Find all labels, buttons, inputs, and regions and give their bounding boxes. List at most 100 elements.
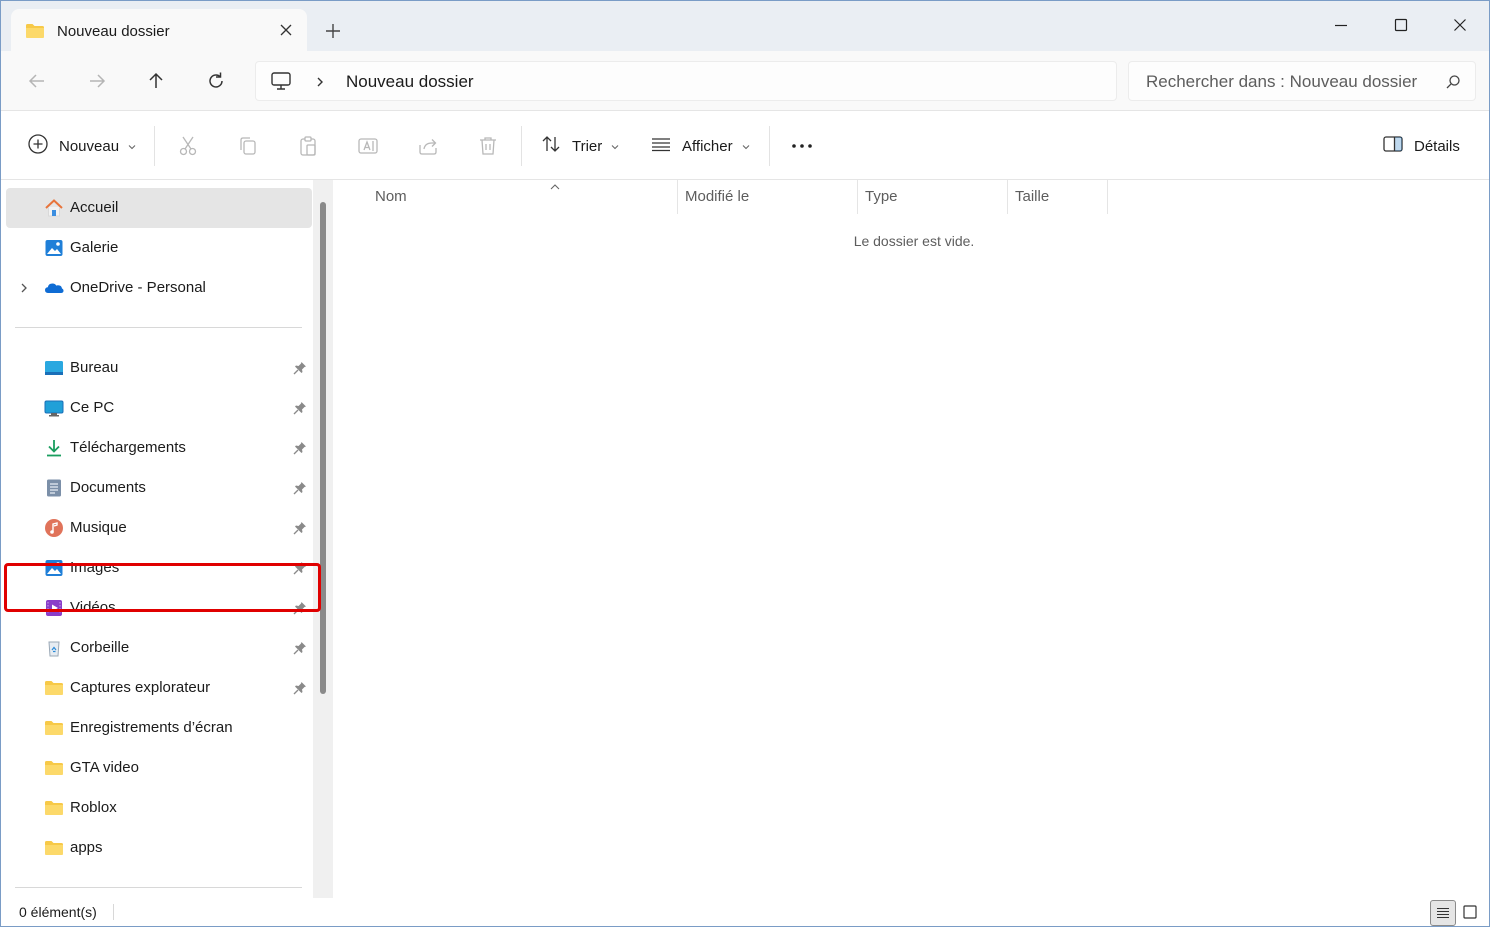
pin-icon[interactable] (292, 400, 308, 416)
sidebar-item-label: Documents (70, 479, 146, 496)
chevron-down-icon (127, 138, 137, 155)
details-view-button[interactable] (1430, 900, 1456, 926)
sidebar-item-gta-video[interactable]: GTA video (6, 748, 312, 788)
minimize-icon[interactable] (1329, 13, 1353, 37)
folder-icon (44, 718, 64, 738)
details-pane-icon (1382, 133, 1404, 159)
sidebar-item-label: GTA video (70, 759, 139, 776)
navigation-pane: Accueil Galerie OneDrive - Personal Bure… (1, 180, 333, 898)
sidebar-item-documents[interactable]: Documents (6, 468, 312, 508)
column-header-size[interactable]: Taille (1007, 180, 1107, 214)
sidebar-item-accueil[interactable]: Accueil (6, 188, 312, 228)
music-icon (44, 518, 64, 538)
cut-icon[interactable] (176, 134, 200, 158)
search-icon[interactable] (1445, 74, 1461, 93)
onedrive-icon (44, 278, 64, 298)
view-button[interactable]: Afficher (650, 134, 751, 158)
title-bar: Nouveau dossier (1, 1, 1489, 52)
tab-nouveau-dossier[interactable]: Nouveau dossier (11, 9, 307, 52)
search-box[interactable]: Rechercher dans : Nouveau dossier (1128, 61, 1476, 101)
column-separator[interactable] (1107, 180, 1108, 214)
pin-icon[interactable] (292, 520, 308, 536)
breadcrumb-current[interactable]: Nouveau dossier (346, 72, 474, 92)
more-options-icon[interactable] (790, 134, 814, 158)
chevron-right-icon[interactable] (18, 281, 30, 298)
pin-icon[interactable] (292, 680, 308, 696)
highlight-box (4, 563, 321, 612)
details-button-label: Détails (1414, 137, 1460, 155)
column-header-type[interactable]: Type (857, 180, 1007, 214)
sidebar-item-roblox[interactable]: Roblox (6, 788, 312, 828)
home-icon (44, 198, 64, 218)
sidebar-item-label: apps (70, 839, 103, 856)
sidebar-item-label: Musique (70, 519, 127, 536)
column-header-label: Nom (375, 188, 407, 205)
column-header-modified[interactable]: Modifié le (677, 180, 857, 214)
copy-icon[interactable] (236, 134, 260, 158)
pin-icon[interactable] (292, 440, 308, 456)
maximize-icon[interactable] (1389, 13, 1413, 37)
sidebar-item-musique[interactable]: Musique (6, 508, 312, 548)
column-header-name[interactable]: Nom (367, 180, 677, 214)
sidebar-item-label: OneDrive - Personal (70, 279, 206, 296)
download-icon (44, 438, 64, 458)
sidebar-item-bureau[interactable]: Bureau (6, 348, 312, 388)
sidebar-item-telechargements[interactable]: Téléchargements (6, 428, 312, 468)
up-arrow-icon[interactable] (144, 69, 168, 93)
forward-arrow-icon[interactable] (85, 69, 109, 93)
sidebar-item-enregistrements-ecran[interactable]: Enregistrements d’écran (6, 708, 312, 748)
sidebar-item-captures-explorateur[interactable]: Captures explorateur (6, 668, 312, 708)
paste-icon[interactable] (296, 134, 320, 158)
delete-icon[interactable] (476, 134, 500, 158)
sidebar-scrollbar-thumb[interactable] (320, 202, 326, 694)
sidebar-divider (15, 327, 302, 328)
navigation-bar: Nouveau dossier Rechercher dans : Nouvea… (1, 51, 1489, 111)
sidebar-item-galerie[interactable]: Galerie (6, 228, 312, 268)
new-button[interactable]: Nouveau (27, 134, 137, 158)
sidebar-divider (15, 887, 302, 888)
sidebar-item-apps[interactable]: apps (6, 828, 312, 868)
folder-icon (44, 838, 64, 858)
details-pane-button[interactable]: Détails (1382, 134, 1460, 158)
close-window-icon[interactable] (1448, 13, 1472, 37)
toolbar-divider (769, 126, 770, 166)
folder-icon (44, 798, 64, 818)
pin-icon[interactable] (292, 480, 308, 496)
view-button-label: Afficher (682, 137, 733, 155)
sidebar-item-label: Bureau (70, 359, 119, 376)
chevron-down-icon (741, 138, 751, 155)
item-count: 0 élément(s) (19, 904, 97, 920)
empty-folder-message: Le dossier est vide. (853, 233, 975, 249)
status-divider (113, 904, 114, 920)
command-bar: Nouveau Trier Afficher Détails (1, 112, 1489, 180)
add-circle-icon (27, 133, 49, 159)
sidebar-item-label: Accueil (70, 199, 119, 216)
view-lines-icon (650, 133, 672, 159)
toolbar-divider (521, 126, 522, 166)
rename-icon[interactable] (356, 134, 380, 158)
chevron-right-icon[interactable] (314, 75, 326, 92)
sort-button-label: Trier (572, 137, 603, 155)
search-placeholder[interactable]: Rechercher dans : Nouveau dossier (1146, 72, 1417, 92)
refresh-icon[interactable] (204, 69, 228, 93)
back-arrow-icon[interactable] (25, 69, 49, 93)
new-button-label: Nouveau (59, 137, 120, 155)
sidebar-item-onedrive[interactable]: OneDrive - Personal (6, 268, 312, 308)
pin-icon[interactable] (292, 360, 308, 376)
this-pc-icon[interactable] (270, 71, 292, 94)
share-icon[interactable] (416, 134, 440, 158)
sidebar-item-label: Enregistrements d’écran (70, 719, 233, 736)
sidebar-item-corbeille[interactable]: Corbeille (6, 628, 312, 668)
sidebar-item-ce-pc[interactable]: Ce PC (6, 388, 312, 428)
sort-ascending-icon (549, 178, 561, 194)
large-icons-view-button[interactable] (1458, 900, 1484, 926)
column-header-label: Taille (1015, 188, 1050, 205)
gallery-icon (44, 238, 64, 258)
address-bar[interactable]: Nouveau dossier (255, 61, 1117, 101)
pin-icon[interactable] (292, 640, 308, 656)
folder-icon (25, 23, 45, 42)
sort-button[interactable]: Trier (540, 134, 620, 158)
new-tab-icon[interactable] (323, 21, 343, 41)
close-tab-icon[interactable] (277, 21, 295, 39)
file-list-area[interactable]: Nom Modifié le Type Taille Le dossier es… (333, 180, 1489, 898)
